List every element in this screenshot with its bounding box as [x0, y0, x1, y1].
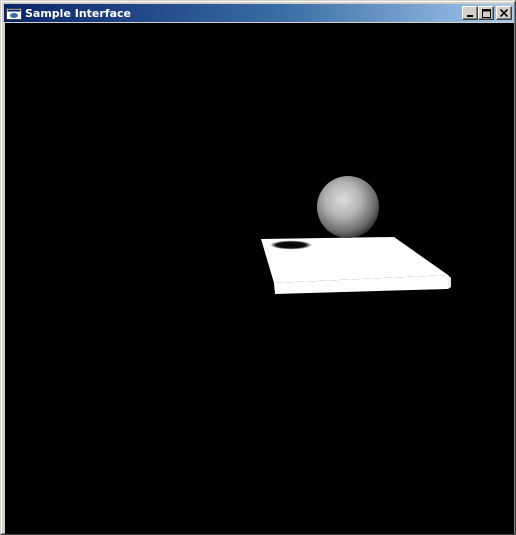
minimize-icon — [467, 15, 473, 17]
close-button[interactable] — [496, 6, 512, 20]
maximize-button[interactable] — [478, 6, 494, 20]
box-side-face — [448, 275, 451, 289]
caption-buttons — [462, 6, 512, 20]
app-window-icon[interactable] — [6, 6, 22, 20]
title-bar[interactable]: Sample Interface — [4, 4, 514, 22]
close-icon — [500, 9, 508, 17]
sphere-shadow — [270, 240, 312, 250]
maximize-icon — [481, 8, 491, 18]
minimize-button[interactable] — [462, 6, 478, 20]
sphere-object — [317, 176, 379, 238]
scene-canvas — [261, 176, 451, 294]
window-title: Sample Interface — [25, 6, 131, 20]
window-frame: Sample Interface — [1, 1, 515, 534]
app-window: Sample Interface — [0, 0, 516, 535]
render-viewport[interactable] — [5, 23, 514, 534]
